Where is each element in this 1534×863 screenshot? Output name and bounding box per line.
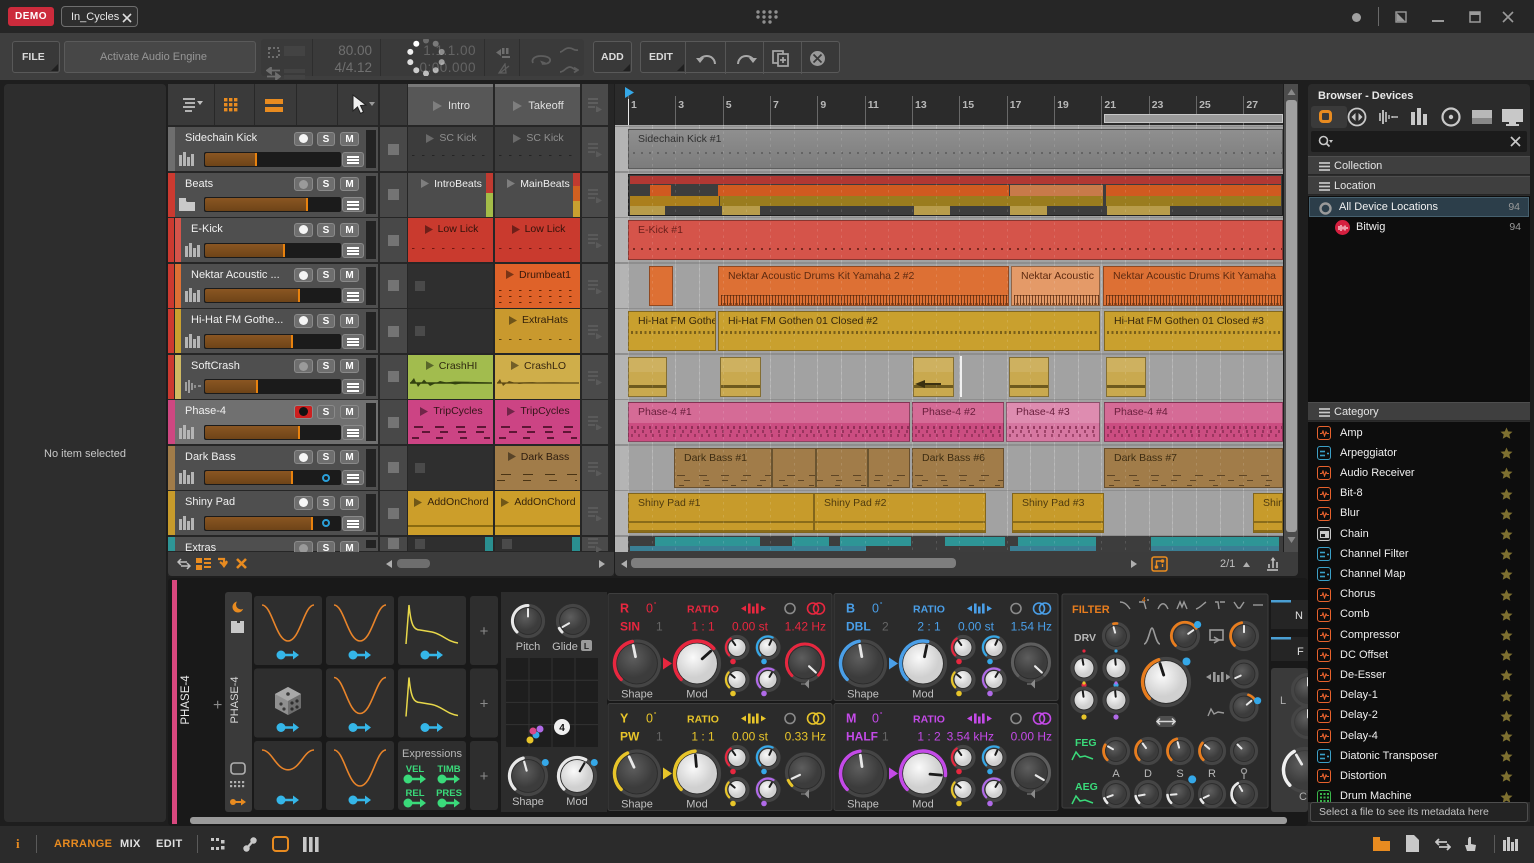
- svg-text:D: D: [1144, 768, 1152, 780]
- svg-text:RATIO: RATIO: [913, 714, 945, 726]
- svg-text:PW: PW: [620, 730, 640, 744]
- svg-text:S: S: [1176, 768, 1183, 780]
- svg-text:2: 2: [882, 620, 889, 634]
- svg-text:˚: ˚: [654, 602, 657, 611]
- svg-text:4: 4: [559, 723, 565, 734]
- svg-text:0.00 st: 0.00 st: [732, 730, 769, 744]
- svg-text:PHASE-4: PHASE-4: [229, 676, 241, 723]
- svg-text:FEG: FEG: [1075, 737, 1097, 749]
- svg-text:RATIO: RATIO: [687, 604, 719, 616]
- svg-text:+: +: [480, 768, 489, 785]
- svg-text:Mod: Mod: [566, 796, 587, 808]
- svg-text:1 : 2: 1 : 2: [917, 730, 941, 744]
- svg-text:+: +: [480, 623, 489, 640]
- svg-text:1 : 1: 1 : 1: [691, 620, 715, 634]
- svg-text:A: A: [1112, 768, 1120, 780]
- svg-text:M: M: [846, 712, 856, 726]
- svg-text:C: C: [1299, 791, 1307, 803]
- svg-text:VEL: VEL: [406, 764, 425, 775]
- svg-text:DRV: DRV: [1074, 632, 1096, 644]
- svg-text:Mod: Mod: [686, 799, 707, 811]
- svg-text:TIMB: TIMB: [437, 764, 460, 775]
- svg-text:4: 4: [1142, 597, 1146, 604]
- svg-text:L: L: [1280, 695, 1286, 707]
- svg-text:3.54 kHz: 3.54 kHz: [947, 730, 994, 744]
- svg-text:0: 0: [646, 602, 653, 616]
- svg-text:0.33 Hz: 0.33 Hz: [785, 730, 826, 744]
- svg-text:+: +: [480, 696, 489, 713]
- svg-text:AEG: AEG: [1075, 781, 1098, 793]
- svg-text:Mod: Mod: [912, 689, 933, 701]
- svg-text:1: 1: [656, 730, 663, 744]
- svg-text:Glide: Glide: [552, 641, 578, 653]
- svg-text:0: 0: [872, 602, 879, 616]
- svg-text:˚: ˚: [654, 712, 657, 721]
- svg-text:RATIO: RATIO: [913, 604, 945, 616]
- svg-text:FILTER: FILTER: [1072, 604, 1110, 616]
- svg-text:N: N: [1295, 610, 1303, 622]
- svg-text:1: 1: [882, 730, 889, 744]
- svg-text:0: 0: [872, 712, 879, 726]
- svg-text:+: +: [213, 697, 222, 714]
- svg-text:Shape: Shape: [621, 689, 653, 701]
- svg-text:Shape: Shape: [621, 799, 653, 811]
- svg-text:L: L: [584, 641, 589, 651]
- svg-text:REL: REL: [406, 788, 425, 799]
- svg-text:0: 0: [646, 712, 653, 726]
- svg-text:PHASE-4: PHASE-4: [180, 675, 192, 725]
- svg-text:1: 1: [656, 620, 663, 634]
- svg-text:PRES: PRES: [436, 788, 462, 799]
- svg-text:DBL: DBL: [846, 620, 871, 634]
- svg-text:˚: ˚: [880, 602, 883, 611]
- svg-text:Shape: Shape: [847, 689, 879, 701]
- svg-text:R: R: [620, 602, 629, 616]
- svg-text:1 : 1: 1 : 1: [691, 730, 715, 744]
- svg-text:B: B: [846, 602, 855, 616]
- svg-text:Shape: Shape: [847, 799, 879, 811]
- svg-text:HALF: HALF: [846, 730, 878, 744]
- svg-text:1.42 Hz: 1.42 Hz: [785, 620, 826, 634]
- svg-text:R: R: [1208, 768, 1216, 780]
- svg-text:F: F: [1297, 646, 1304, 658]
- svg-text:RATIO: RATIO: [687, 714, 719, 726]
- svg-text:0.00 Hz: 0.00 Hz: [1011, 730, 1052, 744]
- svg-text:SIN: SIN: [620, 620, 640, 634]
- svg-text:1.54 Hz: 1.54 Hz: [1011, 620, 1052, 634]
- svg-text:Expressions: Expressions: [402, 748, 462, 760]
- svg-text:Mod: Mod: [912, 799, 933, 811]
- svg-text:Pitch: Pitch: [516, 641, 540, 653]
- svg-text:0.00 st: 0.00 st: [732, 620, 769, 634]
- svg-text:Y: Y: [620, 712, 629, 726]
- svg-text:2 : 1: 2 : 1: [917, 620, 941, 634]
- svg-text:0.00 st: 0.00 st: [958, 620, 995, 634]
- svg-text:˚: ˚: [880, 712, 883, 721]
- svg-text:Shape: Shape: [512, 796, 544, 808]
- svg-text:Mod: Mod: [686, 689, 707, 701]
